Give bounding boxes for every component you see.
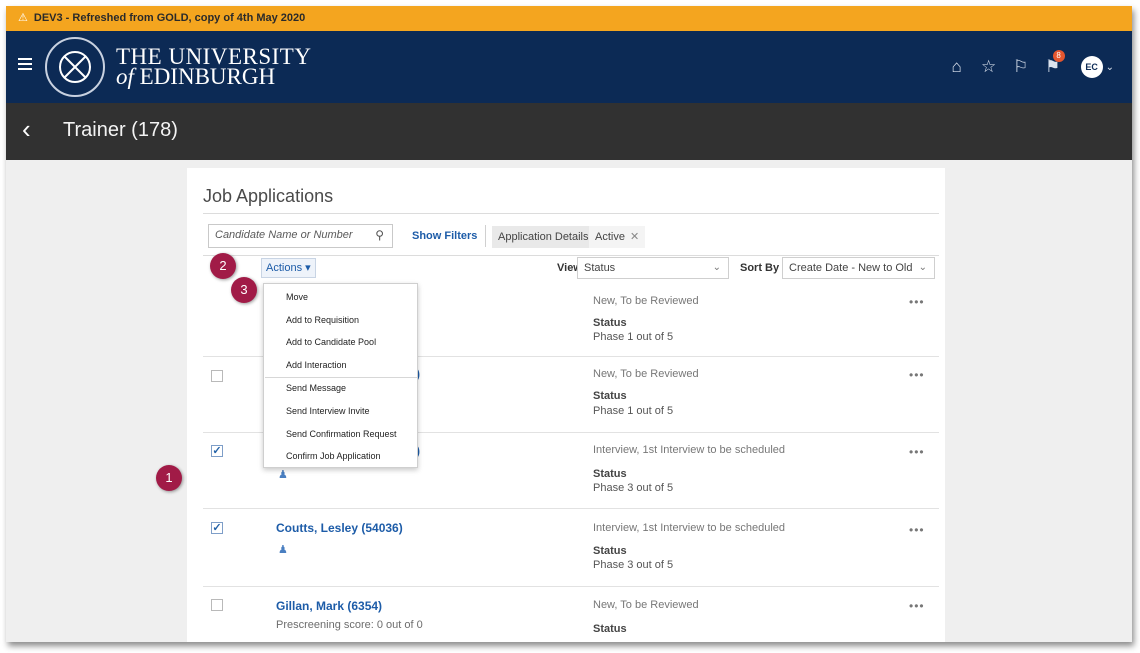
menu-item-move[interactable]: Move [286,292,308,302]
menu-item-add-interaction[interactable]: Add Interaction [286,360,347,370]
sort-by-label: Sort By [740,262,780,274]
row-1-phase: Phase 1 out of 5 [593,331,674,343]
filter-chip-label: Application Details [492,226,595,248]
chevron-down-icon[interactable]: ⌄ [1106,62,1114,73]
row-1-status-label: Status [593,317,627,329]
row-2-checkbox[interactable] [211,370,223,382]
avatar[interactable]: EC [1080,56,1103,78]
row-5-candidate-name[interactable]: Gillan, Mark (6354) [276,599,382,613]
actions-menu-button[interactable]: Actions ▾ [261,258,316,278]
chevron-down-icon: ⌄ [918,262,927,273]
environment-banner: ⚠ DEV3 - Refreshed from GOLD, copy of 4th… [6,6,1132,31]
row-5-prescreening-score: Prescreening score: 0 out of 0 [276,619,423,631]
menu-item-add-to-candidate-pool[interactable]: Add to Candidate Pool [286,337,376,347]
row-2-more-icon[interactable]: ••• [909,368,925,382]
row-1-status: New, To be Reviewed [593,295,699,307]
row-5-more-icon[interactable]: ••• [909,599,925,613]
row-3-more-icon[interactable]: ••• [909,445,925,459]
banner-text: DEV3 - Refreshed from GOLD, copy of 4th … [33,12,306,24]
warning-icon: ⚠ [18,12,28,24]
candidate-type-icon: ♟ [278,469,288,481]
app-window: ⚠ DEV3 - Refreshed from GOLD, copy of 4th… [6,6,1132,642]
university-crest-logo[interactable] [45,37,105,97]
close-icon[interactable]: ✕ [630,231,639,243]
university-wordmark[interactable]: THE UNIVERSITY of EDINBURGH [116,45,311,89]
row-1-more-icon[interactable]: ••• [909,295,925,309]
callout-marker-1: 1 [156,465,182,491]
flag-icon[interactable]: ⚐ [1005,57,1037,77]
menu-icon[interactable] [18,58,32,70]
menu-item-add-to-requisition[interactable]: Add to Requisition [286,315,359,325]
home-icon[interactable]: ⌂ [941,57,973,77]
star-icon[interactable]: ☆ [973,57,1005,77]
row-2-phase: Phase 1 out of 5 [593,405,674,417]
page-title: Trainer (178) [63,119,178,141]
row-2-status: New, To be Reviewed [593,368,699,380]
back-arrow-icon[interactable]: ‹ [22,114,31,144]
row-5-status-label: Status [593,623,627,635]
actions-label: Actions [266,262,303,274]
sort-by-select[interactable]: Create Date - New to Old ⌄ [782,257,935,279]
sort-value: Create Date - New to Old [789,262,913,274]
row-4-status-label: Status [593,545,627,557]
view-value: Status [584,262,616,274]
page-titlebar: ‹ Trainer (178) [6,103,1132,160]
row-5-status: New, To be Reviewed [593,599,699,611]
notification-icon[interactable]: ⚑ 8 [1037,50,1069,77]
filter-chip-active[interactable]: Active ✕ [589,226,646,248]
row-5-checkbox[interactable] [211,599,223,611]
row-3-status-label: Status [593,468,627,480]
callout-marker-2: 2 [210,253,236,279]
search-placeholder: Candidate Name or Number [215,229,353,241]
brand-of: of [116,64,134,89]
row-4-more-icon[interactable]: ••• [909,523,925,537]
row-4-phase: Phase 3 out of 5 [593,559,674,571]
row-2-status-label: Status [593,390,627,402]
candidate-type-icon: ♟ [278,544,288,556]
section-title: Job Applications [203,186,334,206]
menu-item-confirm-job-application[interactable]: Confirm Job Application [286,451,381,461]
callout-marker-3: 3 [231,277,257,303]
row-3-status: Interview, 1st Interview to be scheduled [593,444,785,456]
search-icon[interactable]: ⚲ [375,228,384,242]
brand-line-2: EDINBURGH [139,64,276,89]
show-filters-link[interactable]: Show Filters [412,230,477,242]
global-header: THE UNIVERSITY of EDINBURGH ⌂ ☆ ⚐ ⚑ 8 EC … [6,31,1132,103]
menu-item-send-confirmation-request[interactable]: Send Confirmation Request [286,429,397,439]
row-4-checkbox[interactable]: ✓ [211,522,223,534]
chevron-down-icon: ▾ [305,262,311,274]
row-3-checkbox[interactable]: ✓ [211,445,223,457]
menu-item-send-message[interactable]: Send Message [286,383,346,393]
row-3-phase: Phase 3 out of 5 [593,482,674,494]
view-select[interactable]: Status ⌄ [577,257,729,279]
chevron-down-icon: ⌄ [712,262,721,273]
row-4-candidate-name[interactable]: Coutts, Lesley (54036) [276,521,403,535]
notification-badge: 8 [1052,50,1065,62]
filter-chip-value: Active [595,231,625,243]
actions-dropdown-menu: Move Add to Requisition Add to Candidate… [263,283,418,468]
candidate-search-input[interactable]: Candidate Name or Number ⚲ [208,224,393,248]
menu-item-send-interview-invite[interactable]: Send Interview Invite [286,406,370,416]
row-4-status: Interview, 1st Interview to be scheduled [593,522,785,534]
